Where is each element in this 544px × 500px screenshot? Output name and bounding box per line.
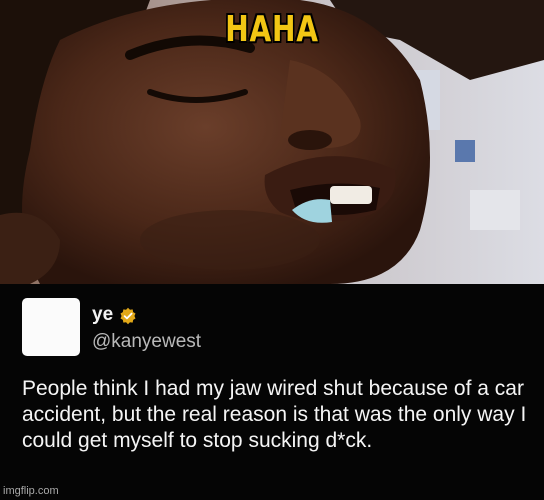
tweet-avatar[interactable] [22, 298, 80, 356]
tweet-text: People think I had my jaw wired shut bec… [22, 377, 527, 452]
meme-caption: HAHA [225, 9, 319, 50]
tweet-card: ye @kanyewest People think I had my jaw … [0, 284, 544, 500]
verified-badge-icon [120, 307, 136, 325]
imgflip-watermark: imgflip.com [3, 485, 59, 497]
tweet-author-name[interactable]: ye [92, 304, 113, 326]
meme-image: HAHA ye @kanyewest People think I had my… [0, 0, 544, 500]
tweet-handle[interactable]: @kanyewest [92, 331, 201, 353]
